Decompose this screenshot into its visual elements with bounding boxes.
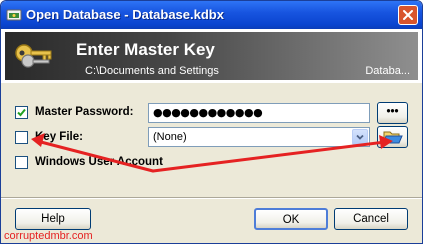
header-banner: Enter Master Key C:\Documents and Settin… — [5, 32, 418, 80]
close-button[interactable] — [398, 5, 418, 25]
help-button[interactable]: Help — [15, 208, 91, 230]
master-password-field[interactable]: ●●●●●●●●●●●● — [148, 103, 370, 123]
ok-button[interactable]: OK — [254, 208, 328, 230]
checkmark-icon — [17, 108, 26, 117]
dropdown-arrow-button[interactable] — [352, 129, 368, 145]
watermark-text: corruptedmbr.com — [4, 230, 93, 242]
keepass-icon — [6, 9, 22, 21]
show-password-button[interactable]: ••• — [377, 102, 408, 124]
chevron-down-icon — [356, 134, 364, 140]
keys-icon — [15, 44, 52, 68]
header-title: Enter Master Key — [76, 40, 215, 59]
dialog-header: Enter Master Key C:\Documents and Settin… — [1, 29, 422, 83]
key-file-select[interactable]: (None) — [148, 127, 370, 147]
windows-user-account-checkbox[interactable] — [15, 156, 28, 169]
cancel-button[interactable]: Cancel — [334, 208, 408, 230]
key-file-label: Key File: — [35, 131, 83, 143]
title-bar[interactable]: Open Database - Database.kdbx — [1, 1, 422, 29]
master-password-label: Master Password: — [35, 106, 134, 118]
footer-separator — [1, 197, 422, 199]
database-path: C:\Documents and Settings — [85, 65, 219, 77]
key-file-checkbox[interactable] — [15, 131, 28, 144]
open-database-dialog: Open Database - Database.kdbx Enter Mast… — [0, 0, 423, 244]
window-title: Open Database - Database.kdbx — [26, 7, 224, 22]
database-file-name: Databa... — [365, 65, 410, 77]
browse-key-file-button[interactable] — [377, 126, 408, 148]
close-icon — [403, 10, 413, 20]
key-file-selected-value: (None) — [153, 131, 187, 143]
folder-open-icon — [383, 131, 403, 144]
windows-user-account-label: Windows User Account — [35, 156, 163, 168]
master-password-checkbox[interactable] — [15, 106, 28, 119]
